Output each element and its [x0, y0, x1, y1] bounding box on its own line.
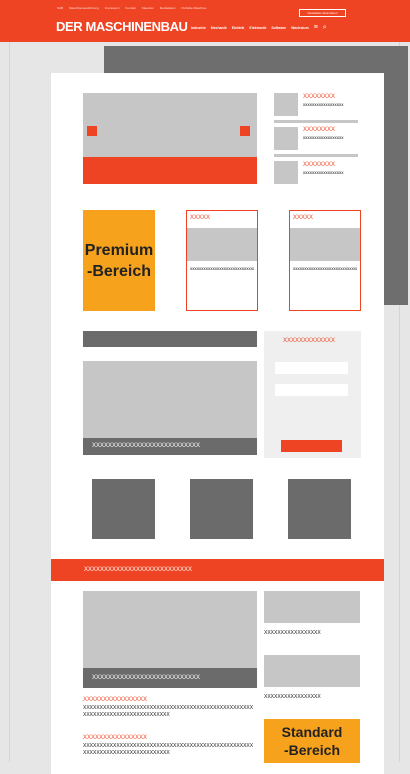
main-nav-item[interactable]: Industrie: [191, 26, 206, 30]
hero-slider-image[interactable]: [83, 93, 257, 157]
premium-teaser-image[interactable]: [290, 228, 360, 261]
article-title[interactable]: XXXXXXXXXXXXXXXX: [83, 697, 147, 703]
side-teaser-image[interactable]: [274, 93, 298, 116]
premium-teaser-text: xxxxxxxxxxxxxxxxxxxxxxxxxxxxxxxxxxxxx: [190, 266, 254, 271]
site-logo[interactable]: DER MASCHINENBAU: [56, 19, 188, 34]
top-nav-item[interactable]: Kontakt: [126, 6, 136, 10]
top-nav-item[interactable]: Impressum: [105, 6, 120, 10]
site-header: SUB Maschinenausführung Impressum Kontak…: [0, 0, 410, 42]
article-title[interactable]: XXXXXXXXXXXXXXXX: [83, 735, 147, 741]
bottom-feature-caption[interactable]: XXXXXXXXXXXXXXXXXXXXXXXXXXX: [83, 668, 257, 688]
teaser-divider: [274, 120, 358, 123]
premium-teaser-title[interactable]: XXXXX: [190, 215, 210, 221]
main-nav-item[interactable]: Elektronik: [249, 26, 266, 30]
teaser-divider: [274, 154, 358, 157]
frame-border-left: [9, 42, 10, 762]
premium-teaser-image[interactable]: [187, 228, 257, 261]
side-teaser-title[interactable]: XXXXXXXX: [303, 94, 335, 100]
bottom-side-image[interactable]: [264, 655, 360, 687]
feature-caption[interactable]: XXXXXXXXXXXXXXXXXXXXXXXXXXX: [83, 438, 257, 455]
main-nav-item[interactable]: Mechanik: [211, 26, 227, 30]
bottom-side-caption[interactable]: XXXXXXXXXXXXXXXXX: [264, 630, 321, 636]
feature-image[interactable]: [83, 361, 257, 438]
side-teaser-image[interactable]: [274, 161, 298, 184]
slider-prev-button[interactable]: [87, 126, 97, 136]
search-icon[interactable]: ⌕: [323, 24, 327, 31]
sidebar-submit-button[interactable]: [281, 440, 342, 452]
standard-label: Standard -Bereich: [281, 724, 343, 758]
main-nav: Industrie Mechanik Elektrik Elektronik S…: [191, 24, 327, 31]
hero-slider-caption-bar[interactable]: [83, 157, 257, 184]
bottom-side-caption[interactable]: XXXXXXXXXXXXXXXXX: [264, 694, 321, 700]
top-nav-item[interactable]: Mediadaten: [160, 6, 176, 10]
side-teaser-text: xxxxxxxxxxxxxxxxxx: [303, 135, 344, 140]
tile-image[interactable]: [92, 479, 155, 539]
side-teaser-text: xxxxxxxxxxxxxxxxxx: [303, 102, 344, 107]
premium-teaser-box[interactable]: XXXXX xxxxxxxxxxxxxxxxxxxxxxxxxxxxxxxxxx…: [186, 210, 258, 311]
section-title: XXXXXXXXXXXXXXXXXXXXXXXXXXX: [84, 567, 193, 573]
top-nav-item[interactable]: Kalender: [142, 6, 154, 10]
top-nav: SUB Maschinenausführung Impressum Kontak…: [57, 6, 206, 10]
article-text: XXXXXXXXXXXXXXXXXXXXXXXXXXXXXXXXXXXXXXXX…: [83, 743, 254, 756]
content-area: XXXXXXXX xxxxxxxxxxxxxxxxxx XXXXXXXX xxx…: [51, 73, 384, 774]
top-nav-item[interactable]: Maschinenausführung: [69, 6, 99, 10]
side-teaser-title[interactable]: XXXXXXXX: [303, 127, 335, 133]
side-teaser-text: xxxxxxxxxxxxxxxxxx: [303, 170, 344, 175]
main-nav-item[interactable]: Wachstum: [291, 26, 309, 30]
main-nav-item[interactable]: Elektrik: [232, 26, 245, 30]
newsletter-button[interactable]: Newsletter abonnieren: [299, 9, 346, 17]
premium-teaser-title[interactable]: XXXXX: [293, 215, 313, 221]
section-title-bar: XXXXXXXXXXXXXXXXXXXXXXXXXXX: [51, 559, 384, 581]
bottom-side-image[interactable]: [264, 591, 360, 623]
premium-label: Premium -Bereich: [84, 241, 154, 280]
side-teaser-image[interactable]: [274, 127, 298, 150]
sidebar-input-field[interactable]: [275, 362, 348, 374]
side-teaser-title[interactable]: XXXXXXXX: [303, 162, 335, 168]
slider-next-button[interactable]: [240, 126, 250, 136]
article-text: XXXXXXXXXXXXXXXXXXXXXXXXXXXXXXXXXXXXXXXX…: [83, 705, 254, 718]
main-nav-item[interactable]: Software: [271, 26, 286, 30]
menu-icon[interactable]: ≡: [314, 24, 318, 31]
top-nav-item[interactable]: SUB: [57, 6, 63, 10]
standard-area[interactable]: Standard -Bereich: [264, 719, 360, 763]
section-header-bar: [83, 331, 257, 347]
sidebar-title: XXXXXXXXXXXXX: [283, 338, 336, 344]
sidebar-input-field[interactable]: [275, 384, 348, 396]
bottom-feature-image[interactable]: [83, 591, 257, 668]
premium-area[interactable]: Premium -Bereich: [83, 210, 155, 311]
top-nav-item[interactable]: Perfekte Maschine: [181, 6, 206, 10]
tile-image[interactable]: [190, 479, 253, 539]
premium-teaser-box[interactable]: XXXXX xxxxxxxxxxxxxxxxxxxxxxxxxxxxxxxxxx…: [289, 210, 361, 311]
tile-image[interactable]: [288, 479, 351, 539]
premium-teaser-text: xxxxxxxxxxxxxxxxxxxxxxxxxxxxxxxxxxxxx: [293, 266, 357, 271]
